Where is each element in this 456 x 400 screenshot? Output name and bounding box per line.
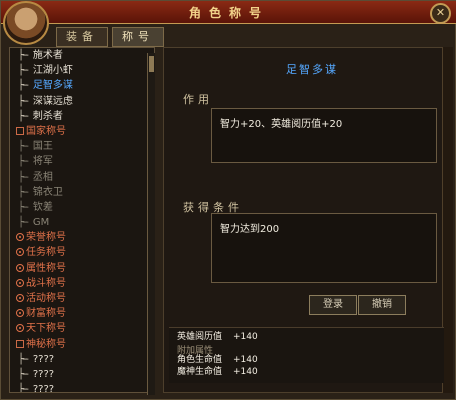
- title-window: 角色称号 ✕ 装备 称号 ├--- 施术者 ├--- 江湖小虾 ├--- 足智多谋 ├---…: [0, 0, 456, 400]
- tree-item[interactable]: ├---????: [10, 352, 150, 367]
- tree-item[interactable]: ├--- 刺杀者: [10, 109, 150, 124]
- tree-item-label: GM: [32, 217, 50, 229]
- tree-branch-glyph: ├---: [18, 384, 29, 393]
- tree-item-label: 天下称号: [26, 323, 66, 335]
- tree-branch-glyph: ├---: [18, 368, 29, 380]
- radio-icon[interactable]: [16, 278, 24, 287]
- tree-item-label: 足智多谋: [32, 80, 73, 92]
- title-bar: 角色称号: [1, 1, 456, 24]
- effect-box: 智力+20、英雄阅历值+20: [211, 108, 437, 163]
- scrollbar-thumb[interactable]: [149, 56, 154, 72]
- radio-icon[interactable]: [16, 263, 24, 272]
- tree-item-label: 任务称号: [26, 247, 66, 259]
- selected-title-name: 足智多谋: [286, 63, 338, 76]
- title-tree-panel: ├--- 施术者 ├--- 江湖小虾 ├--- 足智多谋 ├--- 深谋远虑 ├--- 刺杀者 国家…: [9, 47, 155, 393]
- tree-item[interactable]: 天下称号: [10, 321, 150, 336]
- tree-item-label: 荣誉称号: [26, 232, 66, 244]
- effect-label: 作用: [183, 93, 213, 106]
- tab-equipment[interactable]: 装备: [56, 27, 108, 47]
- tree-item[interactable]: 任务称号: [10, 245, 150, 260]
- stats-panel: 英雄阅历值 +140 附加属性 角色生命值 +140 魔神生命值 +140: [169, 327, 444, 383]
- tree-branch-glyph: ├---: [18, 186, 29, 198]
- tree-item[interactable]: 战斗称号: [10, 276, 150, 291]
- tree-item[interactable]: ├--- 将军: [10, 154, 150, 169]
- tree-branch-glyph: ├---: [18, 171, 29, 183]
- tree-item[interactable]: ├--- 国王: [10, 139, 150, 154]
- tree-branch-glyph: ├---: [18, 141, 29, 153]
- tree-item-label: 锦衣卫: [32, 186, 63, 198]
- tree-item-label: 战斗称号: [26, 277, 66, 289]
- tree-item-label: 施术者: [32, 50, 63, 61]
- radio-icon[interactable]: [16, 324, 24, 333]
- tree-item[interactable]: ├---????: [10, 367, 150, 382]
- radio-icon[interactable]: [16, 309, 24, 318]
- tree-item[interactable]: 属性称号: [10, 261, 150, 276]
- cancel-button[interactable]: 撤销: [358, 295, 406, 315]
- tree-item-label: 属性称号: [26, 262, 66, 274]
- tree-branch-glyph: ├---: [18, 65, 29, 77]
- tree-branch-glyph: ├---: [18, 217, 29, 229]
- category-toggle-icon[interactable]: [16, 339, 24, 348]
- tree-branch-glyph: ├---: [18, 80, 29, 92]
- tree-item-label: 神秘称号: [26, 338, 66, 350]
- tree-item-label: 国家称号: [26, 125, 66, 137]
- tree-item[interactable]: 活动称号: [10, 291, 150, 306]
- tree-item[interactable]: ├--- 施术者: [10, 48, 150, 63]
- tree-item[interactable]: ├--- 锦衣卫: [10, 185, 150, 200]
- tree-item-label: ????: [32, 353, 55, 365]
- tree-branch-glyph: ├---: [18, 156, 29, 168]
- category-toggle-icon[interactable]: [16, 126, 24, 135]
- title-tree: ├--- 施术者 ├--- 江湖小虾 ├--- 足智多谋 ├--- 深谋远虑 ├--- 刺杀者 国家…: [10, 48, 150, 393]
- tree-item-label: 刺杀者: [32, 110, 63, 122]
- tree-branch-glyph: ├---: [18, 95, 29, 107]
- tree-item[interactable]: ├--- GM: [10, 215, 150, 230]
- radio-icon[interactable]: [16, 233, 24, 242]
- tree-item-label: 深谋远虑: [32, 95, 73, 107]
- tree-item-label: 丞相: [32, 171, 53, 183]
- tree-item[interactable]: 财富称号: [10, 306, 150, 321]
- tree-item[interactable]: 荣誉称号: [10, 230, 150, 245]
- radio-icon[interactable]: [16, 294, 24, 302]
- avatar-icon: [3, 1, 49, 45]
- tree-item-label: 将军: [32, 156, 53, 168]
- stat-demon-hp-label: 魔神生命值: [177, 367, 223, 377]
- condition-box: 智力达到200: [211, 213, 437, 283]
- stat-role-hp-value: +140: [233, 355, 258, 365]
- stat-role-hp-label: 角色生命值: [177, 355, 223, 365]
- tree-item-label: 国王: [32, 141, 53, 153]
- tree-item[interactable]: ├---????: [10, 382, 150, 393]
- tree-branch-glyph: ├---: [18, 50, 29, 61]
- tree-item[interactable]: ├--- 钦差: [10, 200, 150, 215]
- stat-demon-hp-value: +140: [233, 367, 258, 377]
- confirm-button[interactable]: 登录: [309, 295, 357, 315]
- tree-branch-glyph: ├---: [18, 110, 29, 122]
- tab-titles[interactable]: 称号: [112, 27, 164, 47]
- tree-item-label: 财富称号: [26, 308, 66, 320]
- tree-scrollbar[interactable]: [147, 53, 155, 395]
- tree-branch-glyph: ├---: [18, 201, 29, 213]
- tree-item-label: ????: [32, 368, 55, 380]
- tree-item[interactable]: ├--- 足智多谋: [10, 78, 150, 93]
- stat-hero-exp-label: 英雄阅历值: [177, 332, 223, 342]
- condition-text: 智力达到200: [220, 224, 280, 235]
- radio-icon[interactable]: [16, 248, 24, 257]
- tree-item-label: 钦差: [32, 201, 53, 213]
- effect-text: 智力+20、英雄阅历值+20: [220, 119, 343, 130]
- window-title: 角色称号: [188, 6, 269, 20]
- tree-item[interactable]: 国家称号: [10, 124, 150, 139]
- tree-branch-glyph: ├---: [18, 353, 29, 365]
- tree-item[interactable]: ├--- 深谋远虑: [10, 94, 150, 109]
- tree-item-label: ????: [32, 384, 55, 393]
- tree-item[interactable]: ├--- 江湖小虾: [10, 63, 150, 78]
- stat-hero-exp-value: +140: [233, 332, 258, 342]
- tree-item-label: 活动称号: [26, 293, 66, 304]
- tree-item-label: 江湖小虾: [32, 65, 73, 77]
- close-button[interactable]: ✕: [430, 3, 451, 24]
- tree-item[interactable]: ├--- 丞相: [10, 170, 150, 185]
- tree-item[interactable]: 神秘称号: [10, 337, 150, 352]
